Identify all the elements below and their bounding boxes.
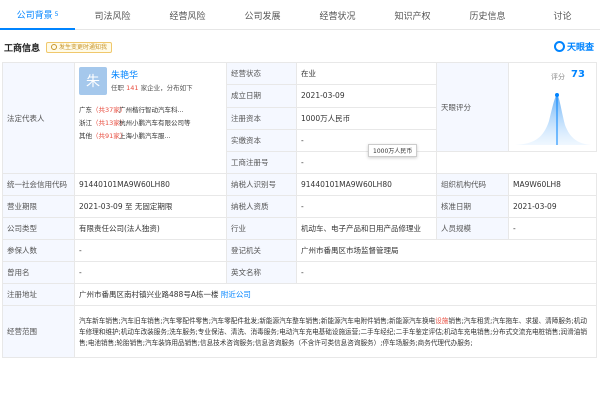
tab-label: 公司背景 <box>16 10 53 21</box>
tab-count: 5 <box>54 10 59 18</box>
industry-label: 行业 <box>226 217 297 240</box>
company-type-value: 有限责任公司(法人独资) <box>74 217 227 240</box>
score-distribution-chart <box>515 93 591 145</box>
score-label: 天眼评分 <box>436 62 509 152</box>
tab-operating-risk[interactable]: 经营风险 <box>150 0 225 30</box>
avatar[interactable]: 朱 <box>79 67 107 95</box>
credit-code-label: 统一社会信用代码 <box>2 173 75 196</box>
legal-rep-name[interactable]: 朱艳华 <box>111 68 138 81</box>
score-value: 73 <box>571 69 585 80</box>
section-header: 工商信息 发生变更时通知我 天眼查 <box>0 36 600 58</box>
tab-discussion[interactable]: 讨论 <box>525 0 600 30</box>
status-value: 在业 <box>296 61 437 86</box>
legal-rep-cell: 朱 朱艳华 任职 141 家企业，分布如下 广东（共37家） 广州楷行智动汽车科.… <box>74 62 227 174</box>
bell-icon <box>51 44 58 50</box>
tab-intellectual-property[interactable]: 知识产权 <box>375 0 450 30</box>
tax-id-value: 91440101MA9W60LH80 <box>296 173 437 196</box>
logo-icon <box>553 41 565 52</box>
approve-date-label: 核准日期 <box>436 195 509 218</box>
english-name-value: - <box>296 261 597 284</box>
capital-tooltip: 1000万人民币 <box>368 144 418 157</box>
address-value: 广州市番禺区南村镇兴业路488号A栋一楼 <box>79 290 219 299</box>
notify-change-button[interactable]: 发生变更时通知我 <box>46 41 113 53</box>
paid-capital-label: 实缴资本 <box>226 128 297 153</box>
status-label: 经营状态 <box>226 61 297 86</box>
legal-rep-label: 法定代表人 <box>2 62 75 174</box>
address-label: 注册地址 <box>2 283 75 306</box>
founded-value: 2021-03-09 <box>296 84 437 108</box>
tianyancha-logo: 天眼查 <box>553 40 594 53</box>
credit-code-value: 91440101MA9W60LH80 <box>74 173 227 196</box>
list-item: 浙江（共13家） 杭州小鹏汽车有限公司等 <box>79 115 226 128</box>
legal-rep-distribution: 广东（共37家） 广州楷行智动汽车科... 浙江（共13家） 杭州小鹏汽车有限公司等… <box>79 102 226 141</box>
staff-size-value: - <box>508 217 597 240</box>
score-point <box>555 93 559 97</box>
term-value: 2021-03-09 至 无固定期限 <box>74 195 227 218</box>
tax-qual-value: - <box>296 195 437 218</box>
english-name-label: 英文名称 <box>226 261 297 284</box>
term-label: 营业期限 <box>2 195 75 218</box>
capital-value: 1000万人民币 <box>296 106 437 130</box>
address-cell: 广州市番禺区南村镇兴业路488号A栋一楼 附近公司 <box>74 283 597 306</box>
org-code-value: MA9W60LH8 <box>508 173 597 196</box>
staff-size-label: 人员规模 <box>436 217 509 240</box>
tab-history[interactable]: 历史信息 <box>450 0 525 30</box>
capital-label: 注册资本 <box>226 106 297 130</box>
authority-label: 登记机关 <box>226 239 297 262</box>
tax-qual-label: 纳税人资质 <box>226 195 297 218</box>
tab-bar: 公司背景 5 司法风险 经营风险 公司发展 经营状况 知识产权 历史信息 讨论 <box>0 0 600 30</box>
score-cell[interactable]: 评分 73 <box>508 62 597 152</box>
industry-value: 机动车、电子产品和日用产品修理业 <box>296 217 437 240</box>
tab-judicial-risk[interactable]: 司法风险 <box>75 0 150 30</box>
tab-operating-status[interactable]: 经营状况 <box>300 0 375 30</box>
tab-company-background[interactable]: 公司背景 5 <box>0 0 75 30</box>
legal-rep-summary: 任职 141 家企业，分布如下 <box>111 84 193 92</box>
tax-id-label: 纳税人识别号 <box>226 173 297 196</box>
list-item: 广东（共37家） 广州楷行智动汽车科... <box>79 102 226 115</box>
logo-text: 天眼查 <box>566 43 594 53</box>
founded-label: 成立日期 <box>226 84 297 108</box>
insured-label: 参保人数 <box>2 239 75 262</box>
scope-label: 经营范围 <box>2 305 75 358</box>
scope-value: 汽车新车销售;汽车旧车销售;汽车零配件零售;汽车零配件批发;新能源汽车整车销售;… <box>74 305 597 358</box>
score-curve <box>515 95 591 145</box>
notify-label: 发生变更时通知我 <box>59 43 108 51</box>
company-link[interactable]: 杭州小鹏汽车有限公司等 <box>119 117 226 127</box>
business-info-table: 法定代表人 朱 朱艳华 任职 141 家企业，分布如下 广东（共37家） 广州楷行… <box>2 61 597 358</box>
former-name-label: 曾用名 <box>2 261 75 284</box>
nearby-companies-link[interactable]: 附近公司 <box>221 290 251 299</box>
company-type-label: 公司类型 <box>2 217 75 240</box>
former-name-value: - <box>74 261 227 284</box>
authority-value: 广州市番禺区市场监督管理局 <box>296 239 597 262</box>
org-code-label: 组织机构代码 <box>436 173 509 196</box>
company-link[interactable]: 广州楷行智动汽车科... <box>119 104 226 114</box>
insured-value: - <box>74 239 227 262</box>
approve-date-value: 2021-03-09 <box>508 195 597 218</box>
section-title: 工商信息 <box>4 43 41 54</box>
list-item: 其他（共91家） 上海小鹏汽车服... <box>79 128 226 141</box>
regno-label: 工商注册号 <box>226 151 297 174</box>
company-link[interactable]: 上海小鹏汽车服... <box>119 130 226 140</box>
tab-company-development[interactable]: 公司发展 <box>225 0 300 30</box>
